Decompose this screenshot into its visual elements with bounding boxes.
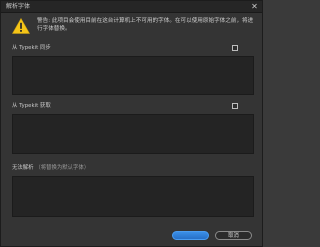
resolve-fonts-dialog: 解析字体 ✕ 警告: 此项目会使用目前在这台计算机上不可用的字体。在可以使用原始… bbox=[0, 0, 263, 247]
title-bar[interactable]: 解析字体 ✕ bbox=[1, 1, 262, 13]
cancel-button[interactable]: 取消 bbox=[215, 231, 252, 240]
warning-triangle-icon bbox=[12, 18, 30, 34]
typekit-fetch-list[interactable] bbox=[12, 114, 254, 154]
sync-all-checkbox[interactable] bbox=[232, 45, 238, 51]
warning-message: 警告: 此项目会使用目前在这台计算机上不可用的字体。在可以使用原始字体之前，将进… bbox=[37, 18, 254, 32]
ok-button[interactable] bbox=[172, 231, 209, 240]
section-hint: （将替换为默认字体） bbox=[35, 165, 90, 171]
section-title: 无法解析 bbox=[12, 165, 34, 171]
dialog-title: 解析字体 bbox=[6, 3, 31, 10]
section-title: 从 Typekit 同步 bbox=[12, 45, 51, 51]
fetch-all-checkbox[interactable] bbox=[232, 103, 238, 109]
section-label-unresolved: 无法解析 （将替换为默认字体） bbox=[12, 165, 89, 172]
unresolved-fonts-list[interactable] bbox=[12, 176, 254, 217]
section-label-sync: 从 Typekit 同步 bbox=[12, 45, 51, 52]
section-label-fetch: 从 Typekit 获取 bbox=[12, 103, 51, 110]
close-icon[interactable]: ✕ bbox=[250, 2, 259, 11]
typekit-sync-list[interactable] bbox=[12, 56, 254, 95]
section-title: 从 Typekit 获取 bbox=[12, 103, 51, 109]
